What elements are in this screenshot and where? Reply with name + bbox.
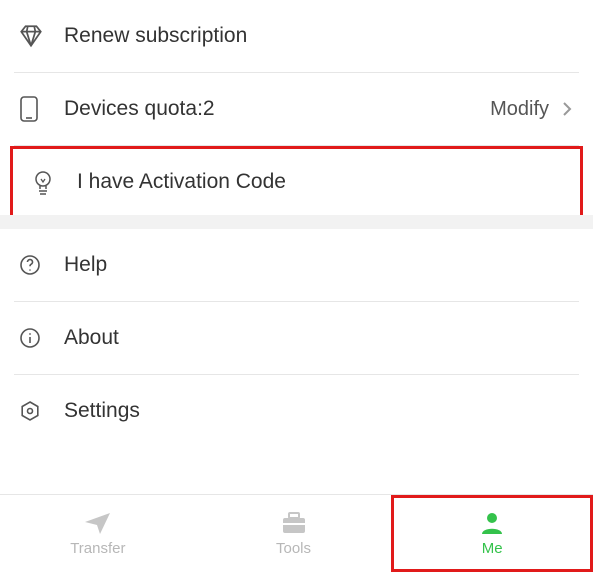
settings-icon <box>18 399 46 423</box>
tab-me[interactable]: Me <box>391 495 593 572</box>
info-icon <box>18 326 46 350</box>
row-label: Settings <box>64 399 575 423</box>
tab-label: Me <box>482 540 503 557</box>
chevron-right-icon <box>559 101 575 117</box>
person-icon <box>478 510 506 536</box>
diamond-icon <box>18 23 46 49</box>
settings-list: Renew subscription Devices quota:2 Modif… <box>0 0 593 494</box>
device-icon <box>18 95 46 123</box>
row-help[interactable]: Help <box>0 229 593 301</box>
row-activation-code[interactable]: I have Activation Code <box>10 146 583 218</box>
send-icon <box>83 510 113 536</box>
briefcase-icon <box>279 510 309 536</box>
lightbulb-icon <box>31 169 59 195</box>
section-gap <box>0 215 593 229</box>
row-devices-quota[interactable]: Devices quota:2 Modify <box>0 73 593 145</box>
row-label: Devices quota:2 <box>64 97 490 121</box>
row-label: About <box>64 326 575 350</box>
row-label: Renew subscription <box>64 24 575 48</box>
row-label: Help <box>64 253 575 277</box>
row-renew-subscription[interactable]: Renew subscription <box>0 0 593 72</box>
row-settings[interactable]: Settings <box>0 375 593 447</box>
tab-label: Tools <box>276 540 311 557</box>
tab-transfer[interactable]: Transfer <box>0 495 196 572</box>
modify-action[interactable]: Modify <box>490 98 549 121</box>
help-icon <box>18 253 46 277</box>
row-about[interactable]: About <box>0 302 593 374</box>
row-label: I have Activation Code <box>77 170 562 194</box>
tab-label: Transfer <box>70 540 125 557</box>
tab-tools[interactable]: Tools <box>196 495 392 572</box>
tab-bar: Transfer Tools Me <box>0 494 593 572</box>
